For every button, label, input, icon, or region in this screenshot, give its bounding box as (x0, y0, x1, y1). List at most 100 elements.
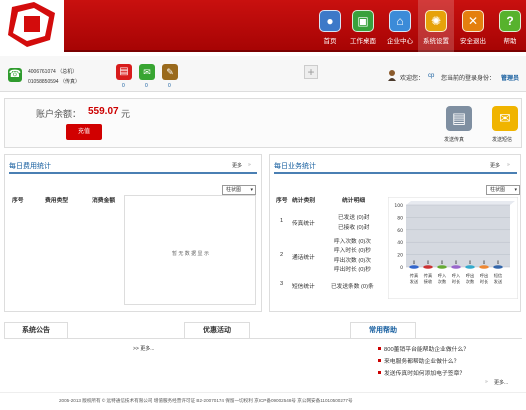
balance-unit: 元 (121, 109, 131, 119)
bar (465, 265, 475, 269)
help-link[interactable]: 发送传真时如何添加电子签章？ (384, 368, 465, 377)
y-tick-label: 60 (397, 228, 403, 234)
send-fax-icon[interactable]: ▤ (446, 106, 472, 131)
divider (4, 338, 356, 339)
daily-cost-more-link[interactable]: 更多 (232, 162, 242, 169)
x-tick-label: 传真 (424, 272, 432, 279)
exit-icon: ✕ (462, 10, 484, 32)
row-category: 传真统计 (292, 221, 315, 227)
user-icon (387, 68, 397, 81)
recharge-button[interactable]: 充值 (66, 124, 102, 140)
send-sms-label[interactable]: 发送短信 (492, 136, 512, 143)
bar-value-label: 0 (483, 260, 486, 265)
welcome-label: 欢迎您： (400, 76, 425, 82)
bar (409, 265, 419, 269)
bar-value-label: 0 (413, 260, 416, 265)
phone-number: 4006761074 （总机） (28, 69, 78, 75)
y-tick-label: 100 (394, 203, 403, 209)
nav-company-center[interactable]: ⌂ 企业中心 (382, 0, 418, 52)
send-fax-label[interactable]: 发送传真 (444, 136, 464, 143)
daily-business-more-link[interactable]: 更多 (490, 162, 500, 169)
gear-icon: ✺ (425, 10, 447, 32)
balance-amount: 559.07 (88, 106, 119, 117)
bar-value-label: 0 (441, 260, 444, 265)
x-tick-label: 发送 (410, 278, 419, 285)
phone-icon: ☎ (8, 68, 22, 82)
nav-help[interactable]: ? 帮助 (492, 0, 526, 52)
note-icon[interactable]: ✎ (162, 64, 178, 80)
chevron-down-icon: ▾ (250, 187, 253, 193)
row-detail: 已接收 (0)封 (338, 225, 370, 231)
x-tick-label: 呼入 (438, 272, 447, 278)
chart-3d-top (406, 201, 515, 205)
message-icon[interactable]: ✉ (139, 64, 155, 80)
y-tick-label: 20 (397, 253, 403, 259)
username: cp (428, 73, 435, 79)
x-tick-label: 时长 (480, 278, 489, 285)
identity-label: 您当前的登录身份： (441, 76, 496, 82)
balance-label: 账户余额： (36, 109, 82, 119)
plus-icon[interactable]: + (304, 65, 318, 79)
x-tick-label: 次数 (466, 278, 475, 285)
daily-business-title: 每日业务统计 (274, 160, 517, 174)
row-number: 3 (280, 281, 284, 287)
footer-copyright: 2005-2013 版权所有 © 远特通信技术有限公司 增值服务经营许可证 B2… (59, 398, 353, 403)
fax-icon[interactable]: ▤ (116, 64, 132, 80)
left-more-link[interactable]: >> 更多... (133, 345, 154, 352)
daily-business-header-category: 统计类别 (292, 198, 316, 204)
y-tick-label: 80 (397, 215, 403, 221)
x-tick-label: 短信 (494, 272, 502, 279)
person-icon: ● (319, 10, 341, 32)
help-link[interactable]: 来电服务都帮助企业做什么？ (384, 356, 459, 365)
right-more-link[interactable]: 更多... (494, 379, 508, 386)
tab-common-help[interactable]: 常用帮助 (350, 322, 416, 338)
bullet-icon (378, 359, 381, 362)
bar (451, 265, 461, 269)
x-tick-label: 发送 (494, 278, 503, 285)
daily-business-header-no: 序号 (276, 198, 288, 204)
double-arrow-icon: » (485, 379, 488, 385)
tab-promotions[interactable]: 优惠活动 (184, 322, 250, 338)
double-arrow-icon: » (507, 162, 510, 168)
row-detail: 呼入时长 (0)秒 (334, 248, 371, 254)
daily-business-header-details: 统计明细 (342, 198, 366, 204)
no-data-message: 暂 无 数 据 显 示 (172, 251, 209, 257)
message-count: 0 (145, 83, 148, 89)
tab-system-notice[interactable]: 系统公告 (4, 322, 68, 338)
bar (423, 265, 433, 269)
daily-business-chart-type-select[interactable]: 柱状图 ▾ (486, 185, 520, 195)
x-tick-label: 呼出 (466, 272, 474, 279)
desktop-icon: ▣ (352, 10, 374, 32)
daily-cost-title: 每日费用统计 (9, 160, 257, 174)
bullet-icon (378, 347, 381, 350)
nav-workdesk[interactable]: ▣ 工作桌面 (345, 0, 381, 52)
chevron-down-icon: ▾ (514, 187, 517, 193)
x-tick-label: 接收 (424, 278, 433, 285)
row-number: 1 (280, 218, 284, 224)
nav-system-settings[interactable]: ✺ 系统设置 (418, 0, 454, 52)
bullet-icon (378, 371, 381, 374)
bar-value-label: 0 (469, 260, 472, 265)
send-sms-icon[interactable]: ✉ (492, 106, 518, 131)
business-bar-chart: 100 80 60 40 20 0 0 传真发送 0 传真接收 0 呼入次数 0 呼入时长 0 呼出次数 0 呼出… (388, 197, 518, 299)
row-detail: 呼出时长 (0)秒 (334, 267, 371, 273)
bar-value-label: 0 (455, 260, 458, 265)
row-category: 短信统计 (292, 284, 315, 290)
bar-value-label: 0 (427, 260, 430, 265)
nav-logout[interactable]: ✕ 安全退出 (455, 0, 491, 52)
nav-home[interactable]: ● 首页 (312, 0, 348, 52)
daily-cost-header-no: 序号 (12, 198, 24, 204)
identity-value: 管理员 (501, 76, 520, 82)
help-icon: ? (499, 10, 521, 32)
row-detail: 已发送 (0)封 (338, 215, 370, 221)
row-category: 通话统计 (292, 255, 315, 261)
daily-cost-header-type: 费用类型 (45, 198, 69, 204)
fax-number: 01058850594 （传真） (28, 79, 80, 85)
y-tick-label: 0 (400, 265, 403, 271)
help-link[interactable]: 800董销平台能帮助企业做什么？ (384, 344, 469, 353)
y-tick-label: 40 (397, 240, 403, 246)
daily-cost-chart-type-select[interactable]: 柱状图 ▾ (222, 185, 256, 195)
divider (356, 338, 522, 339)
bar (479, 265, 489, 269)
fax-count: 0 (122, 83, 125, 89)
